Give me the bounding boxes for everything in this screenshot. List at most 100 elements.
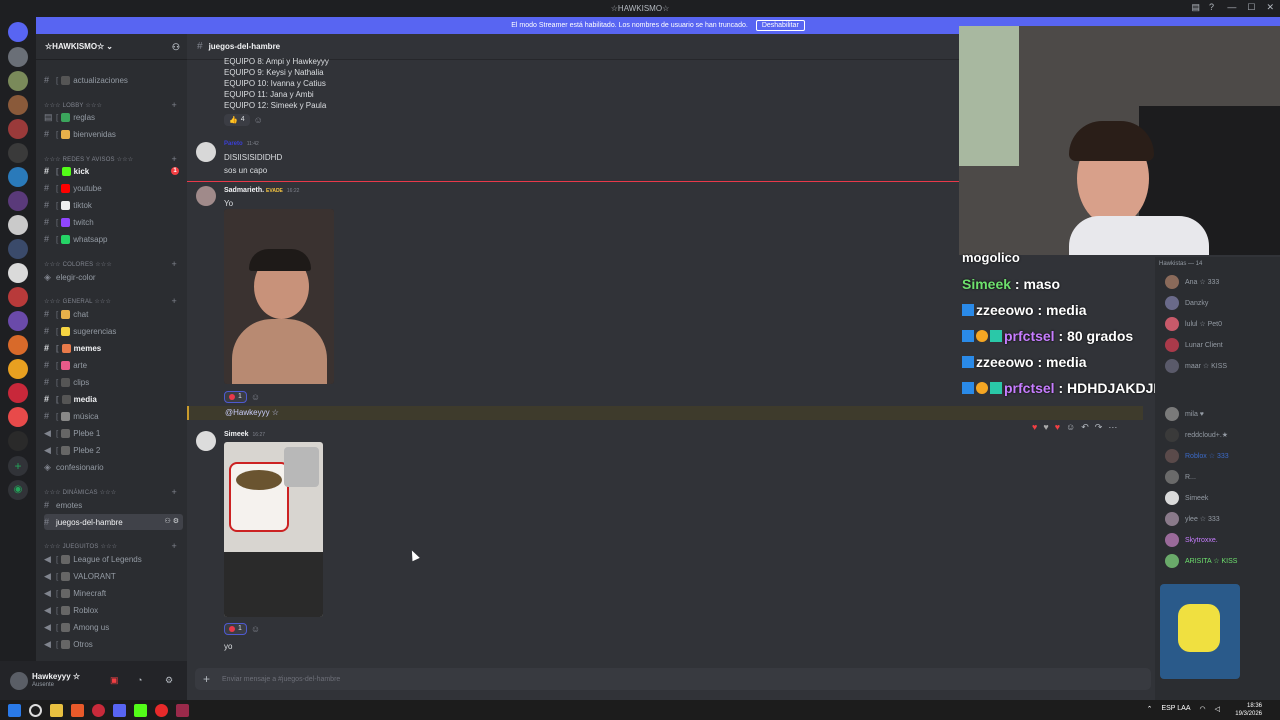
server-icon[interactable]	[8, 215, 28, 235]
channel-bienvenidas[interactable]: #[bienvenidas	[44, 126, 183, 142]
brave-icon[interactable]	[71, 703, 84, 717]
wifi-icon[interactable]: ◠	[1200, 705, 1206, 713]
server-icon[interactable]	[8, 191, 28, 211]
heart-reaction[interactable]: 1	[224, 622, 247, 635]
server-icon[interactable]	[8, 47, 28, 67]
avatar[interactable]	[196, 431, 216, 451]
opera-icon[interactable]	[92, 703, 105, 717]
channel-musica[interactable]: #[música	[44, 408, 183, 424]
inbox-icon[interactable]: ▤	[1191, 2, 1200, 13]
message-author[interactable]: Sadmarieth. EVADE 16:22	[224, 187, 299, 194]
channel-juegos-del-hambre[interactable]: # juegos-del-hambre ⚇ ⚙	[44, 514, 183, 530]
photo-attachment[interactable]	[224, 442, 323, 617]
server-icon[interactable]	[8, 431, 28, 451]
settings-gear-icon[interactable]: ⚙	[165, 675, 173, 686]
search-icon[interactable]	[29, 703, 42, 717]
server-icon[interactable]	[8, 143, 28, 163]
server-icon[interactable]	[8, 71, 28, 91]
photo-attachment[interactable]	[224, 209, 334, 384]
guild-header[interactable]: ☆HAWKISMO☆ ⌄ ⚇	[36, 34, 187, 60]
member-item[interactable]: Danzky	[1165, 294, 1208, 312]
discover-icon[interactable]: ◉	[8, 480, 28, 500]
member-item[interactable]: Ana ☆ 333	[1165, 273, 1219, 291]
heart-reaction[interactable]: 1	[224, 390, 247, 403]
more-icon[interactable]: ⋯	[1108, 422, 1117, 433]
minimize-button[interactable]: —	[1227, 2, 1236, 13]
member-item[interactable]: Roblox ☆ 333	[1165, 447, 1229, 465]
volume-icon[interactable]: ◁	[1215, 705, 1220, 713]
channel-whatsapp[interactable]: #[whatsapp	[44, 231, 183, 247]
channel-elegir-color[interactable]: ◈ elegir-color	[44, 269, 183, 285]
channel-memes[interactable]: #[memes	[44, 340, 183, 356]
app-icon[interactable]	[176, 703, 189, 717]
server-icon[interactable]	[8, 359, 28, 379]
server-icon[interactable]	[8, 335, 28, 355]
help-icon[interactable]: ?	[1209, 2, 1214, 13]
channel-settings-icon[interactable]: ⚇ ⚙	[165, 517, 180, 525]
member-item[interactable]: mila ♥	[1165, 405, 1204, 423]
chevron-up-icon[interactable]: ⌃	[1147, 705, 1153, 713]
member-item[interactable]: Skytroxxe.	[1165, 531, 1218, 549]
channel-clips[interactable]: #[clips	[44, 374, 183, 390]
maximize-button[interactable]: ☐	[1247, 2, 1255, 13]
add-server-icon[interactable]: +	[8, 456, 28, 476]
member-item[interactable]: R...	[1165, 468, 1196, 486]
channel-youtube[interactable]: #[youtube	[44, 180, 183, 196]
channel-chat[interactable]: #[chat	[44, 306, 183, 322]
language-indicator[interactable]: ESP LAA	[1161, 705, 1190, 713]
channel-arte[interactable]: #[arte	[44, 357, 183, 373]
mic-muted-icon[interactable]: ▣	[110, 675, 119, 686]
voice-valorant[interactable]: ◀[VALORANT	[44, 568, 183, 584]
reply-icon[interactable]: ↶	[1081, 422, 1089, 433]
channel-confesionario[interactable]: ◈ confesionario	[44, 459, 183, 475]
voice-among-us[interactable]: ◀[Among us	[44, 619, 183, 635]
add-reaction-icon[interactable]: ☺	[251, 392, 260, 402]
thumbs-up-reaction[interactable]: 👍 4	[224, 113, 250, 126]
channel-tiktok[interactable]: #[tiktok	[44, 197, 183, 213]
server-icon[interactable]	[8, 95, 28, 115]
avatar[interactable]	[196, 142, 216, 162]
avatar[interactable]	[196, 186, 216, 206]
member-item[interactable]: ylee ☆ 333	[1165, 510, 1220, 528]
channel-reglas[interactable]: ▤[reglas	[44, 109, 183, 125]
server-icon[interactable]	[8, 407, 28, 427]
channel-twitch[interactable]: #[twitch	[44, 214, 183, 230]
add-reaction-icon[interactable]: ☺	[251, 624, 260, 634]
clock[interactable]: 18:36 19/3/2026	[1235, 702, 1262, 718]
add-member-icon[interactable]: ⚇	[172, 42, 180, 53]
server-icon[interactable]	[8, 383, 28, 403]
channel-kick[interactable]: #[kick 1	[44, 163, 183, 179]
channel-media[interactable]: #[media	[44, 391, 183, 407]
server-icon[interactable]	[8, 263, 28, 283]
heart-icon[interactable]: ♥	[1032, 422, 1037, 433]
channel-sugerencias[interactable]: #[sugerencias	[44, 323, 183, 339]
forward-icon[interactable]: ↷	[1095, 422, 1103, 433]
voice-plebe-1[interactable]: ◀[Plebe 1	[44, 425, 183, 441]
member-item[interactable]: lulul ☆ Pet0	[1165, 315, 1222, 333]
server-icon[interactable]	[8, 239, 28, 259]
discord-icon[interactable]	[113, 703, 126, 717]
heart-icon[interactable]: ♥	[1055, 422, 1060, 433]
voice-minecraft[interactable]: ◀[Minecraft	[44, 585, 183, 601]
member-item[interactable]: Lunar Client	[1165, 336, 1223, 354]
server-icon[interactable]	[8, 287, 28, 307]
channel-actualizaciones[interactable]: #[actualizaciones	[44, 72, 183, 88]
voice-otros[interactable]: ◀[Otros	[44, 636, 183, 652]
add-reaction-icon[interactable]: ☺	[254, 115, 263, 125]
server-icon[interactable]	[8, 167, 28, 187]
voice-league-of-legends[interactable]: ◀[League of Legends	[44, 551, 183, 567]
server-icon[interactable]	[8, 311, 28, 331]
server-icon[interactable]	[8, 119, 28, 139]
windows-start-icon[interactable]	[8, 703, 21, 717]
message-composer[interactable]: + Enviar mensaje a #juegos-del-hambre ▦ …	[195, 668, 1278, 690]
headphones-icon[interactable]: ◔	[137, 675, 142, 685]
file-explorer-icon[interactable]	[50, 703, 63, 717]
message-author[interactable]: Pareto 11:42	[224, 141, 259, 147]
disable-streamer-button[interactable]: Deshabilitar	[755, 20, 805, 31]
member-item[interactable]: reddcloud+.★	[1165, 426, 1228, 444]
kick-icon[interactable]	[134, 703, 147, 717]
add-reaction-icon[interactable]: ☺	[1066, 422, 1075, 433]
channel-emotes[interactable]: # emotes	[44, 497, 183, 513]
heart-icon[interactable]: ♥	[1043, 422, 1048, 433]
member-item[interactable]: maar ☆ KISS	[1165, 357, 1227, 375]
